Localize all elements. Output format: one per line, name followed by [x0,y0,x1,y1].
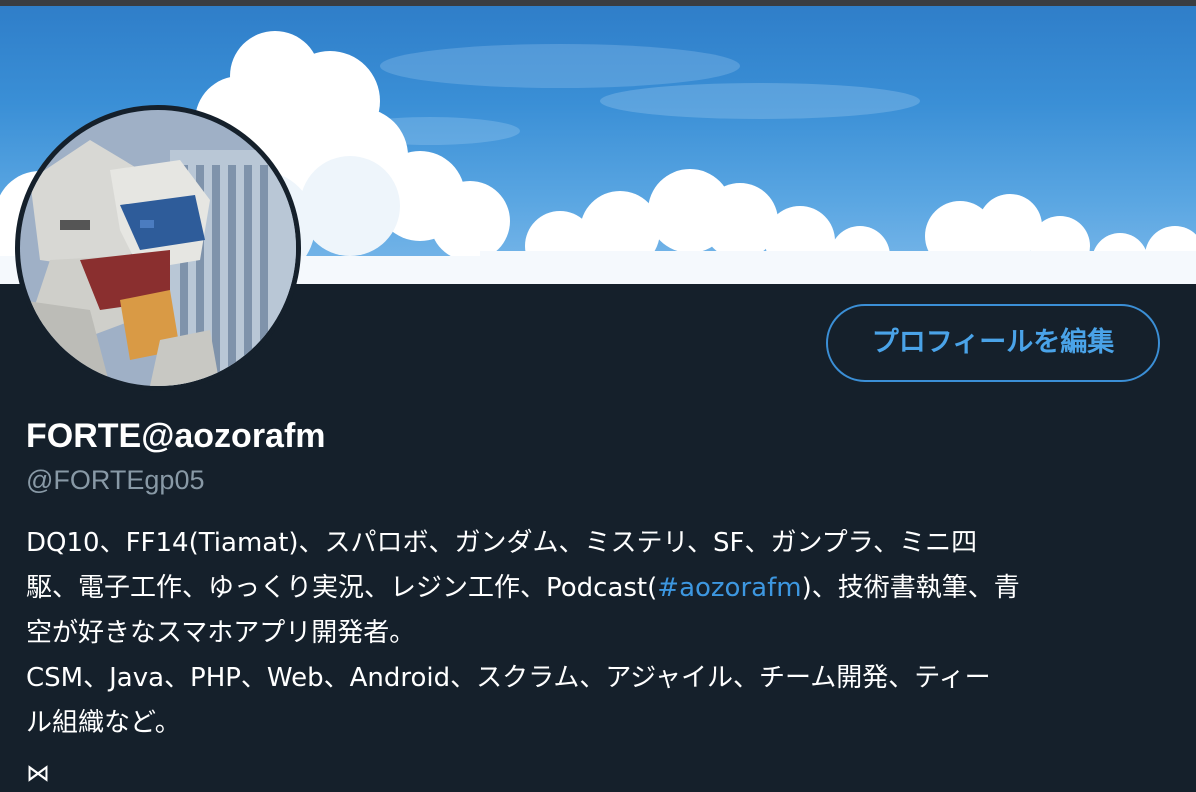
profile-display-name: FORTE@aozorafm [26,417,326,455]
bio-text: 駆、電子工作、ゆっくり実況、レジン工作、Podcast( [26,573,658,603]
profile-avatar[interactable] [15,105,301,391]
bio-line: 空が好きなスマホアプリ開発者。 [26,618,416,648]
hashtag-link[interactable]: #aozorafm [657,573,801,603]
profile-bio: DQ10、FF14(Tiamat)、スパロボ、ガンダム、ミステリ、SF、ガンプラ… [26,521,1156,746]
profile-page: プロフィールを編集 FORTE@aozorafm @FORTEgp05 DQ10… [0,0,1196,792]
bio-line: ル組織など。 [26,708,181,738]
edit-profile-button[interactable]: プロフィールを編集 [826,304,1160,382]
gundam-statue-avatar-image [20,110,296,386]
bowtie-symbol: ⋈ [26,759,50,787]
bio-line: DQ10、FF14(Tiamat)、スパロボ、ガンダム、ミステリ、SF、ガンプラ… [26,528,978,558]
bio-text: )、技術書執筆、青 [801,573,1020,603]
profile-handle: @FORTEgp05 [26,465,205,495]
bio-line: 駆、電子工作、ゆっくり実況、レジン工作、Podcast(#aozorafm)、技… [26,566,1156,611]
bio-line: CSM、Java、PHP、Web、Android、スクラム、アジャイル、チーム開… [26,663,991,693]
